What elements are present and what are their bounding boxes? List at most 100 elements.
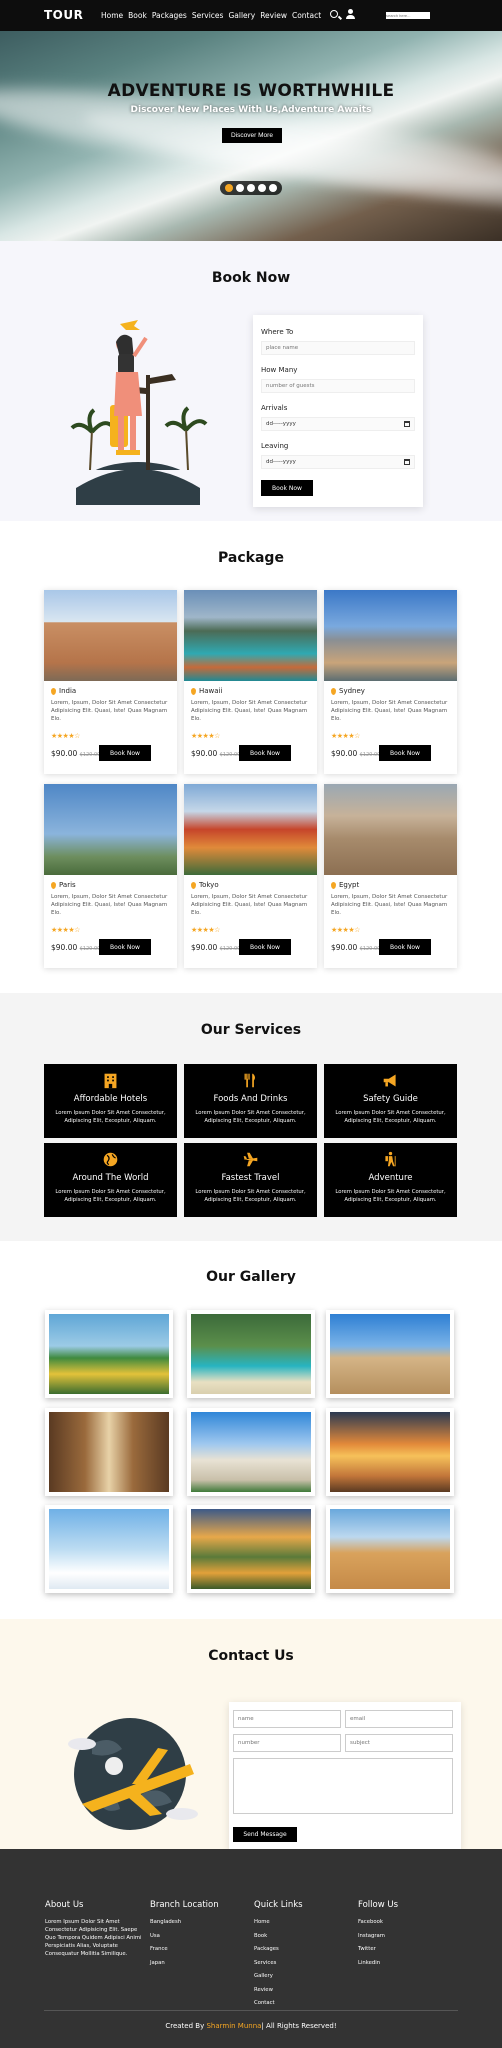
calendar-icon[interactable]	[404, 421, 410, 427]
discover-more-button[interactable]: Discover More	[222, 128, 282, 143]
gallery-image[interactable]	[45, 1310, 173, 1398]
quick-link[interactable]: Services	[254, 1960, 303, 1966]
service-title: Foods And Drinks	[213, 1094, 288, 1104]
book-title: Book Now	[211, 270, 291, 286]
package-image	[44, 784, 177, 875]
user-icon[interactable]	[346, 9, 355, 19]
bullhorn-icon	[383, 1074, 396, 1087]
follow-link[interactable]: Facebook	[358, 1919, 398, 1925]
nav-link-book[interactable]: Book	[128, 11, 147, 20]
book-now-button[interactable]: Book Now	[261, 480, 313, 496]
package-card: India Lorem, Ipsum, Dolor Sit Amet Conse…	[44, 590, 177, 774]
package-book-button[interactable]: Book Now	[379, 939, 431, 955]
credit-prefix: Created By	[165, 2022, 205, 2030]
package-location: Hawaii	[191, 687, 222, 695]
slider-dot[interactable]	[225, 184, 233, 192]
service-title: Safety Guide	[363, 1094, 418, 1104]
branch-link[interactable]: Japan	[150, 1960, 219, 1966]
quick-link[interactable]: Book	[254, 1933, 303, 1939]
where-input[interactable]	[261, 341, 415, 355]
gallery-title: Our Gallery	[206, 1269, 296, 1285]
gallery-image[interactable]	[187, 1408, 315, 1496]
nav-link-packages[interactable]: Packages	[152, 11, 187, 20]
price-value: $90.00	[331, 943, 358, 952]
search-input[interactable]	[386, 12, 430, 19]
price-value: $90.00	[51, 749, 78, 758]
slider-dot[interactable]	[247, 184, 255, 192]
nav-link-services[interactable]: Services	[192, 11, 224, 20]
package-book-button[interactable]: Book Now	[239, 745, 291, 761]
price-value: $90.00	[191, 749, 218, 758]
service-card: Affordable Hotels Lorem Ipsum Dolor Sit …	[44, 1064, 177, 1138]
globe-icon	[103, 1152, 118, 1167]
branch-link[interactable]: France	[150, 1946, 219, 1952]
branch-link[interactable]: Usa	[150, 1933, 219, 1939]
slider-dot[interactable]	[269, 184, 277, 192]
subject-input[interactable]	[345, 1734, 453, 1752]
credit-author-link[interactable]: Sharmin Munna	[206, 2022, 261, 2030]
package-location: Egypt	[331, 881, 359, 889]
package-image	[324, 784, 457, 875]
number-input[interactable]	[233, 1734, 341, 1752]
slider-dot[interactable]	[236, 184, 244, 192]
leaving-date-input[interactable]: dd-----yyyy	[261, 455, 415, 469]
package-place: Paris	[59, 881, 76, 889]
message-textarea[interactable]	[233, 1758, 453, 1814]
quick-link[interactable]: Gallery	[254, 1973, 303, 1979]
service-desc: Lorem Ipsum Dolor Sit Amet Consectetur, …	[55, 1189, 166, 1203]
calendar-icon[interactable]	[404, 459, 410, 465]
package-book-button[interactable]: Book Now	[379, 745, 431, 761]
old-price: $120.00	[219, 946, 241, 952]
package-book-button[interactable]: Book Now	[99, 939, 151, 955]
service-title: Adventure	[368, 1173, 413, 1183]
package-desc: Lorem, Ipsum, Dolor Sit Amet Consectetur…	[51, 894, 168, 916]
send-message-button[interactable]: Send Message	[233, 1827, 297, 1842]
slider-dot[interactable]	[258, 184, 266, 192]
guests-input[interactable]	[261, 379, 415, 393]
gallery-image[interactable]	[187, 1310, 315, 1398]
nav-link-gallery[interactable]: Gallery	[228, 11, 255, 20]
follow-link[interactable]: Instagram	[358, 1933, 398, 1939]
gallery-image[interactable]	[45, 1505, 173, 1593]
quick-link[interactable]: Home	[254, 1919, 303, 1925]
branch-link[interactable]: Bangladesh	[150, 1919, 219, 1925]
package-place: India	[59, 687, 77, 695]
gallery-image[interactable]	[187, 1505, 315, 1593]
arrivals-date-input[interactable]: dd-----yyyy	[261, 417, 415, 431]
follow-link[interactable]: Twitter	[358, 1946, 398, 1952]
arrivals-date-value: dd-----yyyy	[266, 421, 296, 427]
package-book-button[interactable]: Book Now	[239, 939, 291, 955]
quick-link[interactable]: Review	[254, 1987, 303, 1993]
how-many-label: How Many	[261, 366, 298, 374]
contact-title: Contact Us	[208, 1648, 294, 1664]
name-input[interactable]	[233, 1710, 341, 1728]
utensils-icon	[244, 1073, 255, 1088]
gallery-image[interactable]	[326, 1310, 454, 1398]
package-location: Paris	[51, 881, 76, 889]
nav-link-home[interactable]: Home	[101, 11, 123, 20]
logo[interactable]: TOUR	[44, 8, 83, 22]
leaving-label: Leaving	[261, 442, 289, 450]
nav-link-contact[interactable]: Contact	[292, 11, 321, 20]
rating-stars: ★★★★☆	[191, 926, 220, 934]
package-desc: Lorem, Ipsum, Dolor Sit Amet Consectetur…	[331, 700, 448, 722]
plane-icon	[243, 1152, 258, 1167]
footer-divider	[44, 2010, 458, 2011]
follow-link[interactable]: Linkedin	[358, 1960, 398, 1966]
about-text: Lorem Ipsum Dolor Sit Amet Consectetur A…	[45, 1919, 142, 1957]
gallery-image[interactable]	[326, 1505, 454, 1593]
quick-link[interactable]: Packages	[254, 1946, 303, 1952]
package-card: Egypt Lorem, Ipsum, Dolor Sit Amet Conse…	[324, 784, 457, 968]
email-input[interactable]	[345, 1710, 453, 1728]
package-book-button[interactable]: Book Now	[99, 745, 151, 761]
old-price: $120.00	[219, 752, 241, 758]
gallery-image[interactable]	[326, 1408, 454, 1496]
search-icon[interactable]	[330, 10, 338, 18]
arrivals-label: Arrivals	[261, 404, 288, 412]
gallery-image[interactable]	[45, 1408, 173, 1496]
nav-link-review[interactable]: Review	[260, 11, 287, 20]
contact-form: Send Message	[229, 1702, 461, 1850]
quick-link[interactable]: Contact	[254, 2000, 303, 2006]
follow-title: Follow Us	[358, 1900, 399, 1910]
rating-stars: ★★★★☆	[331, 732, 360, 740]
